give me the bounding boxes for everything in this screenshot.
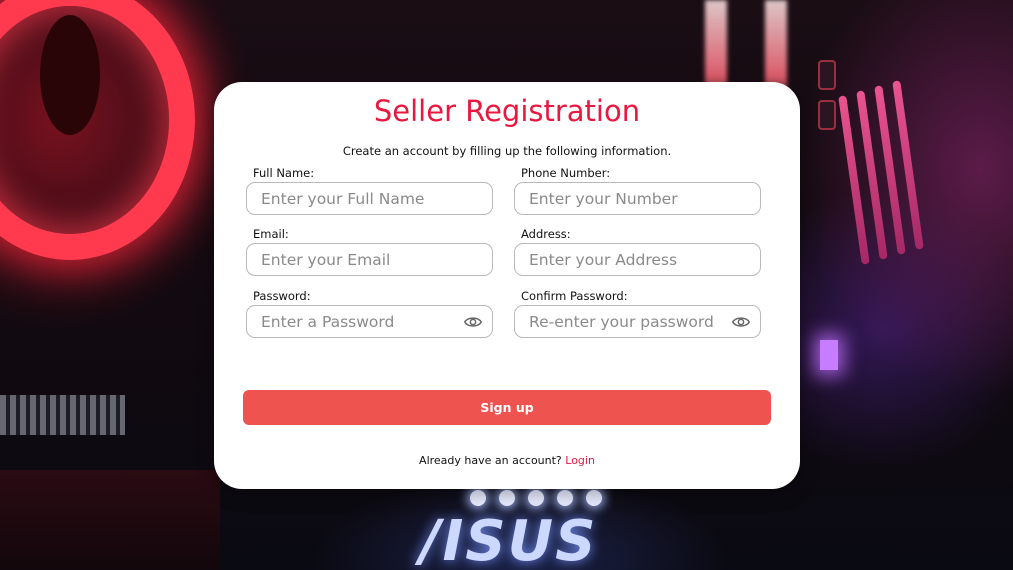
form-subtitle: Create an account by filling up the foll… bbox=[342, 144, 672, 158]
email-field-group: Email: bbox=[246, 227, 493, 276]
password-input-wrapper bbox=[246, 305, 493, 338]
heatsink-decoration bbox=[0, 395, 125, 435]
led-decoration bbox=[499, 490, 515, 506]
full-name-input[interactable] bbox=[247, 183, 492, 214]
full-name-field-group: Full Name: bbox=[246, 166, 493, 215]
password-field-group: Password: bbox=[246, 289, 493, 338]
password-label: Password: bbox=[253, 289, 311, 303]
confirm-password-field-group: Confirm Password: bbox=[514, 289, 761, 338]
confirm-password-input[interactable] bbox=[515, 306, 760, 337]
confirm-password-input-wrapper bbox=[514, 305, 761, 338]
full-name-input-wrapper bbox=[246, 182, 493, 215]
brand-logo: /ISUS bbox=[420, 509, 598, 570]
phone-input[interactable] bbox=[515, 183, 760, 214]
login-link[interactable]: Login bbox=[565, 454, 595, 467]
login-prompt: Already have an account? Login bbox=[214, 454, 800, 467]
phone-label: Phone Number: bbox=[521, 166, 611, 180]
phone-input-wrapper bbox=[514, 182, 761, 215]
purple-led-decoration bbox=[820, 340, 838, 370]
registration-card: Seller Registration Create an account by… bbox=[214, 82, 800, 489]
phone-field-group: Phone Number: bbox=[514, 166, 761, 215]
page-title: Seller Registration bbox=[373, 94, 641, 128]
fan-hub-decoration bbox=[40, 15, 100, 135]
chip-decoration bbox=[818, 60, 836, 90]
eye-icon[interactable] bbox=[732, 314, 750, 330]
login-prompt-text: Already have an account? bbox=[419, 454, 562, 467]
email-input-wrapper bbox=[246, 243, 493, 276]
confirm-password-label: Confirm Password: bbox=[521, 289, 628, 303]
sign-up-button[interactable]: Sign up bbox=[243, 390, 771, 425]
motherboard-decoration bbox=[0, 470, 220, 570]
address-input-wrapper bbox=[514, 243, 761, 276]
full-name-label: Full Name: bbox=[253, 166, 315, 180]
led-decoration bbox=[470, 490, 486, 506]
address-label: Address: bbox=[521, 227, 571, 241]
eye-icon[interactable] bbox=[464, 314, 482, 330]
email-label: Email: bbox=[253, 227, 289, 241]
led-decoration bbox=[586, 490, 602, 506]
email-input[interactable] bbox=[247, 244, 492, 275]
led-decoration bbox=[557, 490, 573, 506]
address-input[interactable] bbox=[515, 244, 760, 275]
chip-decoration bbox=[818, 100, 836, 130]
led-decoration bbox=[528, 490, 544, 506]
password-input[interactable] bbox=[247, 306, 492, 337]
address-field-group: Address: bbox=[514, 227, 761, 276]
